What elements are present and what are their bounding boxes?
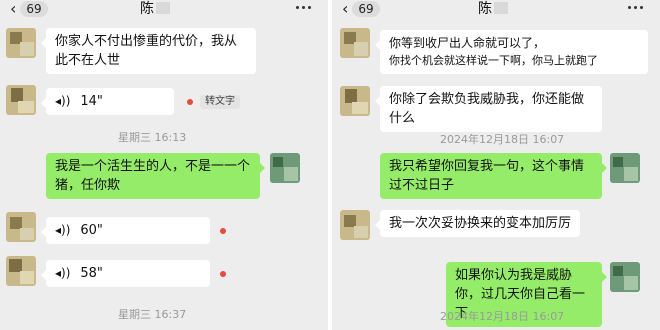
contact-name: 陈 (478, 1, 492, 17)
chat-title: 陈 (140, 0, 170, 18)
message-incoming-text[interactable]: 你等到收尸出人命就可以了， 你找个机会就这样说一下啊，你马上就跑了 (375, 30, 648, 74)
contact-avatar[interactable] (340, 28, 370, 58)
name-redaction (156, 2, 170, 14)
timestamp: 星期三 16:13 (118, 131, 187, 144)
timestamp: 2024年12月18日 16:07 (440, 133, 565, 146)
message-line: 你找个机会就这样说一下啊，你马上就跑了 (389, 54, 598, 67)
unread-count-badge: 69 (20, 1, 48, 17)
contact-avatar[interactable] (6, 85, 36, 115)
unread-dot (220, 271, 226, 277)
self-avatar[interactable] (610, 262, 640, 292)
chat-header: ‹ 69 陈 (0, 0, 328, 18)
voice-wave-icon: ◂)) (55, 94, 71, 108)
back-button[interactable]: ‹ 69 (10, 0, 48, 18)
message-incoming-text[interactable]: 我一次次妥协换来的变本加厉厉 (375, 210, 580, 237)
voice-message[interactable]: ◂)) 58" (41, 260, 210, 287)
voice-wave-icon: ◂)) (55, 266, 71, 280)
message-line: 你等到收尸出人命就可以了， (389, 36, 546, 50)
message-incoming-text[interactable]: 你家人不付出惨重的代价，我从此不在人世 (41, 28, 256, 74)
chat-panel-right: ‹ 69 陈 你等到收尸出人命就可以了， 你找个机会就这样说一下啊，你马上就跑了 (332, 0, 660, 330)
message-incoming-text[interactable]: 你除了会欺负我威胁我，你还能做什么 (375, 86, 602, 132)
voice-duration: 60" (80, 223, 103, 238)
message-outgoing-text[interactable]: 我是一个活生生的人，不是一一个猪，任你欺 (46, 153, 265, 199)
chat-panel-left: ‹ 69 陈 你家人不付出惨重的代价，我从此不在人世 ◂)) 14" 转文字 星… (0, 0, 328, 330)
screenshot-composite: ‹ 69 陈 你家人不付出惨重的代价，我从此不在人世 ◂)) 14" 转文字 星… (0, 0, 660, 330)
message-outgoing-text[interactable]: 我只希望你回复我一句，这个事情过不过日子 (380, 153, 607, 199)
name-redaction (494, 2, 508, 14)
chat-title: 陈 (478, 0, 508, 18)
transcribe-button[interactable]: 转文字 (200, 95, 240, 109)
more-dots-icon[interactable] (628, 6, 643, 12)
contact-avatar[interactable] (340, 210, 370, 240)
self-avatar[interactable] (270, 153, 300, 183)
contact-avatar[interactable] (6, 256, 36, 286)
back-button[interactable]: ‹ 69 (342, 0, 380, 18)
voice-duration: 58" (80, 266, 103, 281)
voice-message[interactable]: ◂)) 14" (41, 88, 174, 115)
chat-header: ‹ 69 陈 (332, 0, 660, 18)
more-dots-icon[interactable] (296, 6, 311, 12)
chevron-left-icon: ‹ (342, 0, 349, 18)
timestamp: 星期三 16:37 (118, 308, 187, 321)
contact-name: 陈 (140, 1, 154, 17)
voice-wave-icon: ◂)) (55, 223, 71, 237)
chevron-left-icon: ‹ (10, 0, 17, 18)
unread-count-badge: 69 (352, 1, 380, 17)
unread-dot (187, 99, 193, 105)
voice-message[interactable]: ◂)) 60" (41, 217, 210, 244)
contact-avatar[interactable] (6, 212, 36, 242)
voice-duration: 14" (80, 94, 103, 109)
timestamp: 2024年12月18日 16:07 (440, 310, 565, 323)
self-avatar[interactable] (610, 153, 640, 183)
contact-avatar[interactable] (340, 86, 370, 116)
unread-dot (220, 228, 226, 234)
contact-avatar[interactable] (6, 28, 36, 58)
